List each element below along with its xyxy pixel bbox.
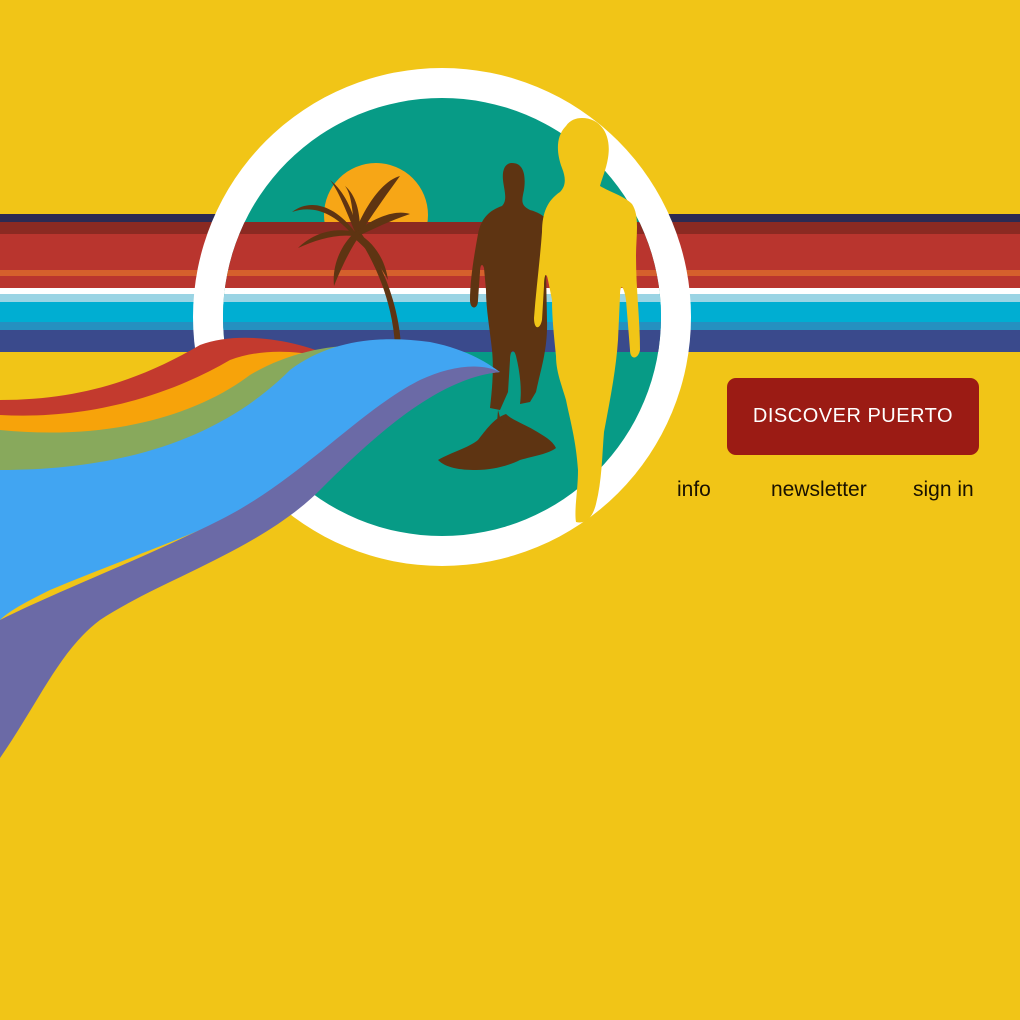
discover-puerto-label: DISCOVER PUERTO xyxy=(752,405,954,427)
nav-link-sign-in[interactable]: sign in xyxy=(913,476,974,504)
landing-page: DISCOVER PUERTO info newsletter sign in xyxy=(0,0,1020,1020)
hero-illustration xyxy=(0,68,1020,758)
discover-puerto-button[interactable]: DISCOVER PUERTO xyxy=(727,378,979,455)
nav-link-info[interactable]: info xyxy=(677,476,711,504)
nav-link-newsletter[interactable]: newsletter xyxy=(771,476,867,504)
